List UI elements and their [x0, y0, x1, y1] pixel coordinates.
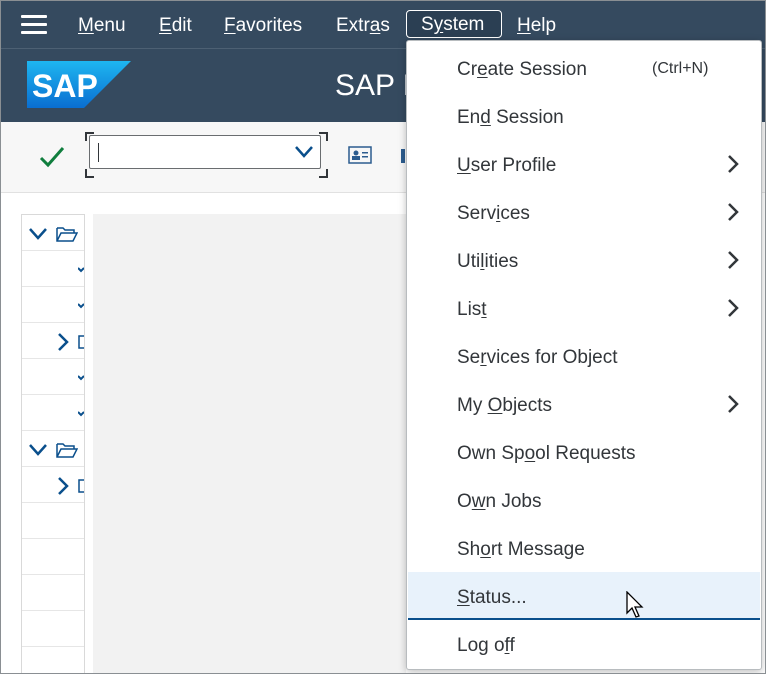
folder-open-icon — [56, 227, 78, 242]
menu-label-post: dit — [171, 15, 192, 36]
menu-item-utilities[interactable]: Utilities — [408, 236, 760, 284]
menu-label-post: enu — [93, 15, 126, 36]
menu-label-mnemonic: F — [224, 15, 236, 36]
menu-item-label: End Session — [457, 107, 564, 128]
menu-label-mnemonic: y — [433, 14, 444, 35]
chevron-right-icon — [728, 251, 739, 269]
menu-item-services[interactable]: Services — [408, 188, 760, 236]
menu-label-post: avorites — [235, 15, 303, 36]
menu-favorites[interactable]: Favorites — [224, 15, 302, 37]
tree-row[interactable] — [22, 647, 84, 673]
chevron-down-icon[interactable] — [28, 227, 48, 241]
chevron-right-icon[interactable] — [56, 332, 70, 352]
chevron-down-icon[interactable] — [78, 375, 84, 381]
menu-item-status[interactable]: Status... — [408, 572, 760, 620]
menu-item-label: Services — [457, 203, 530, 224]
menu-menu[interactable]: Menu — [78, 15, 126, 37]
menu-item-label: Short Message — [457, 539, 585, 560]
menu-item-label: List — [457, 299, 487, 320]
tree-row[interactable] — [22, 539, 84, 575]
menu-label-mnemonic: E — [159, 15, 172, 36]
menu-label-mnemonic: H — [517, 15, 531, 36]
menu-item-end-session[interactable]: End Session — [408, 92, 760, 140]
toolbar-icon-fragment[interactable] — [401, 149, 405, 163]
chevron-down-icon[interactable] — [78, 267, 84, 273]
menu-item-own-jobs[interactable]: Own Jobs — [408, 476, 760, 524]
menu-item-label: Utilities — [457, 251, 519, 272]
menu-label-post: stem — [443, 14, 485, 35]
menu-label-pre: Extr — [336, 15, 370, 36]
menu-label-pre: S — [421, 14, 434, 35]
menu-label-post: s — [380, 15, 390, 36]
menu-item-label: Status... — [457, 587, 527, 608]
chevron-right-icon — [728, 395, 739, 413]
menu-item-log-off[interactable]: Log off — [408, 620, 760, 668]
text-caret — [98, 143, 99, 162]
menu-item-list[interactable]: List — [408, 284, 760, 332]
menu-item-label: Own Spool Requests — [457, 443, 636, 464]
menu-system[interactable]: System — [406, 10, 502, 38]
tree-row[interactable] — [22, 611, 84, 647]
enter-check-icon[interactable] — [39, 145, 65, 169]
chevron-down-icon[interactable] — [294, 144, 314, 160]
chevron-down-icon[interactable] — [78, 411, 84, 417]
sap-logo: SAP — [27, 61, 131, 108]
tree-row[interactable] — [22, 395, 84, 431]
menu-help[interactable]: Help — [517, 15, 556, 37]
shortcut-label: (Ctrl+N) — [652, 60, 709, 77]
menu-item-services-for-object[interactable]: Services for Object — [408, 332, 760, 380]
tree-row[interactable] — [22, 503, 84, 539]
tree-row[interactable] — [22, 431, 84, 467]
system-dropdown-menu: Create Session (Ctrl+N) End Session User… — [406, 40, 762, 670]
menu-item-label: Log off — [457, 635, 515, 656]
menu-item-create-session[interactable]: Create Session (Ctrl+N) — [408, 44, 760, 92]
tree-row[interactable] — [22, 467, 84, 503]
user-card-icon[interactable] — [348, 146, 372, 164]
menu-label-post: elp — [530, 15, 557, 36]
chevron-right-icon — [728, 299, 739, 317]
menu-item-user-profile[interactable]: User Profile — [408, 140, 760, 188]
chevron-right-icon — [728, 155, 739, 173]
menu-item-label: User Profile — [457, 155, 557, 176]
menu-item-label: Own Jobs — [457, 491, 542, 512]
tree-row[interactable] — [22, 359, 84, 395]
chevron-right-icon — [728, 203, 739, 221]
menu-label-mnemonic: M — [78, 15, 94, 36]
tree-row[interactable] — [22, 287, 84, 323]
menu-item-short-message[interactable]: Short Message — [408, 524, 760, 572]
menu-item-label: My Objects — [457, 395, 553, 416]
menu-extras[interactable]: Extras — [336, 15, 390, 37]
sap-gui-window: Menu Edit Favorites Extras System Help S… — [0, 0, 766, 674]
folder-icon — [78, 479, 84, 493]
sap-logo-text: SAP — [32, 68, 98, 104]
focus-corner — [85, 169, 94, 178]
tree-row[interactable] — [22, 251, 84, 287]
chevron-down-icon[interactable] — [28, 443, 48, 457]
tree-row[interactable] — [22, 323, 84, 359]
tree-row[interactable] — [22, 575, 84, 611]
focus-corner — [319, 169, 328, 178]
content-area — [93, 214, 406, 673]
chevron-down-icon[interactable] — [78, 303, 84, 309]
tree-row[interactable] — [22, 215, 84, 251]
hamburger-menu-icon[interactable] — [21, 15, 47, 35]
command-field[interactable] — [89, 135, 321, 169]
menu-item-own-spool-requests[interactable]: Own Spool Requests — [408, 428, 760, 476]
folder-icon — [78, 335, 84, 349]
folder-open-icon — [56, 443, 78, 458]
mouse-pointer-icon — [626, 591, 644, 618]
tree-panel — [21, 214, 85, 673]
chevron-right-icon[interactable] — [56, 476, 70, 496]
menu-label-mnemonic: a — [369, 15, 381, 36]
menu-item-label: Services for Object — [457, 347, 618, 368]
menu-item-my-objects[interactable]: My Objects — [408, 380, 760, 428]
menu-item-label: Create Session — [457, 59, 587, 80]
menu-edit[interactable]: Edit — [159, 15, 192, 37]
